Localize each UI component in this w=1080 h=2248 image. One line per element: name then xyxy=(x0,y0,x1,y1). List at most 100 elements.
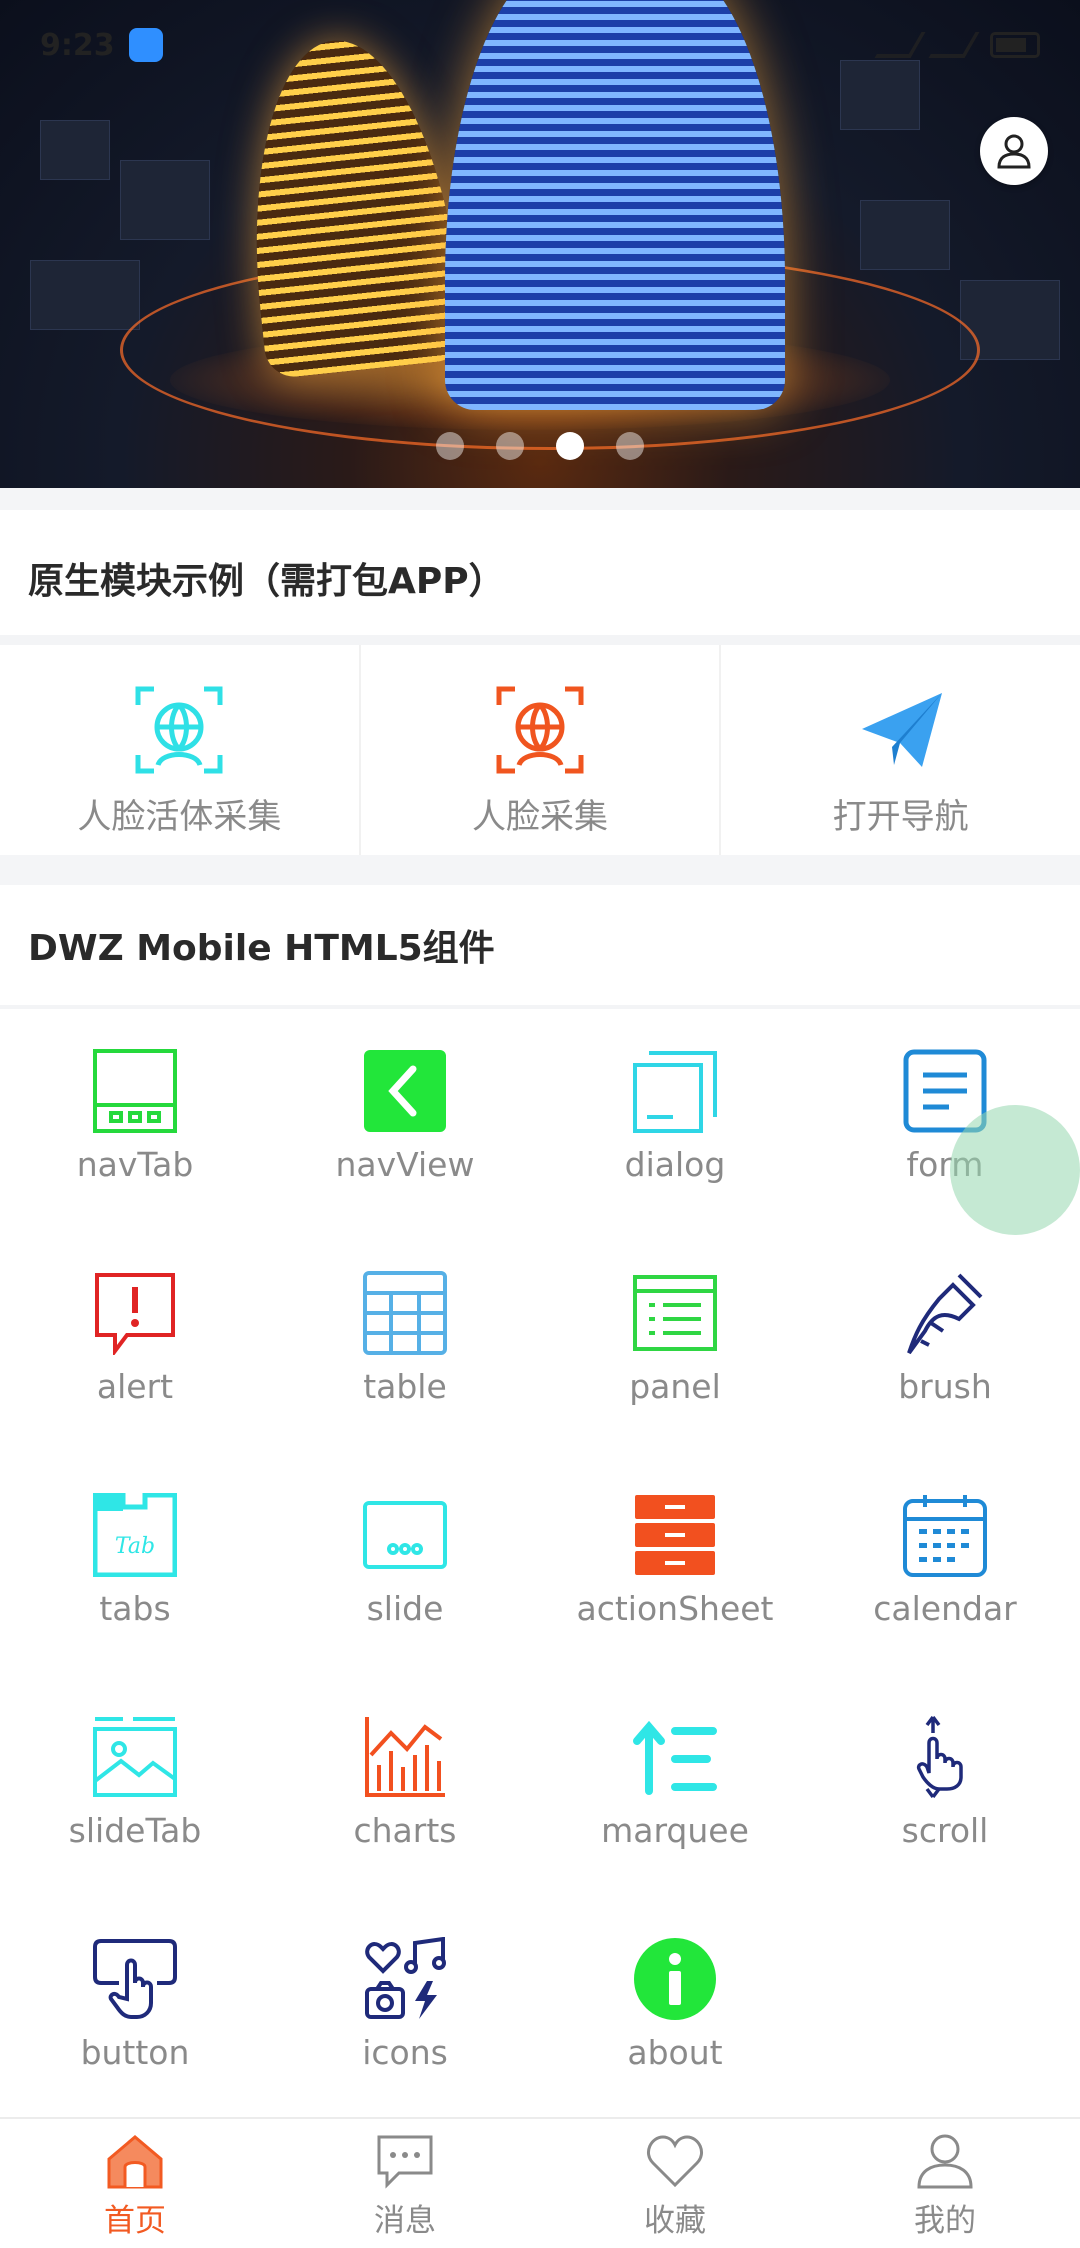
alert-icon xyxy=(95,1273,175,1355)
calendar-icon xyxy=(903,1495,987,1577)
tabs-icon: Tab xyxy=(93,1493,177,1577)
banner-scenery xyxy=(40,120,110,180)
chevron-left-icon xyxy=(364,1050,446,1132)
component-icons[interactable]: icons xyxy=(270,1897,540,2119)
component-navtab[interactable]: navTab xyxy=(0,1009,270,1231)
action-sheet-icon xyxy=(635,1495,715,1575)
divider xyxy=(0,635,1080,645)
component-calendar[interactable]: calendar xyxy=(810,1453,1080,1675)
carousel-dot[interactable] xyxy=(496,432,524,460)
notification-app-icon xyxy=(128,28,163,62)
tab-label: 收藏 xyxy=(644,2203,706,2239)
dwz-components-section: DWZ Mobile HTML5组件 navTab navView dialog… xyxy=(0,885,1080,2117)
component-label: button xyxy=(80,2033,190,2072)
section-title: 原生模块示例（需打包APP） xyxy=(28,561,505,602)
component-table[interactable]: table xyxy=(270,1231,540,1453)
face-liveness-button[interactable]: 人脸活体采集 xyxy=(0,645,361,855)
user-icon xyxy=(917,2134,973,2189)
component-label: scroll xyxy=(901,1811,989,1850)
component-tabs[interactable]: Tab tabs xyxy=(0,1453,270,1675)
wifi-icon xyxy=(928,32,980,58)
carousel-indicators xyxy=(0,432,1080,460)
brush-icon xyxy=(907,1273,983,1355)
component-dialog[interactable]: dialog xyxy=(540,1009,810,1231)
bar-chart-icon xyxy=(365,1717,445,1797)
marquee-icon xyxy=(633,1720,717,1795)
face-scan-icon xyxy=(135,686,223,774)
banner-scenery xyxy=(860,200,950,270)
dialog-icon xyxy=(633,1051,717,1133)
component-alert[interactable]: alert xyxy=(0,1231,270,1453)
native-item-label: 人脸活体采集 xyxy=(77,797,282,837)
component-actionsheet[interactable]: actionSheet xyxy=(540,1453,810,1675)
carousel-dot[interactable] xyxy=(436,432,464,460)
scroll-hand-icon xyxy=(916,1715,963,1799)
component-button[interactable]: button xyxy=(0,1897,270,2119)
native-modules-section: 原生模块示例（需打包APP） 人脸活体采集 人脸采集 打开导航 xyxy=(0,510,1080,855)
face-capture-icon xyxy=(496,686,584,774)
user-icon xyxy=(997,134,1031,169)
component-slide[interactable]: slide xyxy=(270,1453,540,1675)
component-label: charts xyxy=(353,1811,457,1850)
open-navigation-button[interactable]: 打开导航 xyxy=(721,645,1080,855)
face-capture-button[interactable]: 人脸采集 xyxy=(361,645,722,855)
component-label: navTab xyxy=(76,1145,194,1184)
slide-icon xyxy=(363,1501,447,1569)
component-about[interactable]: about xyxy=(540,1897,810,2119)
component-label: about xyxy=(627,2033,723,2072)
table-icon xyxy=(363,1271,447,1355)
component-label: slide xyxy=(366,1589,444,1628)
paper-plane-icon xyxy=(861,693,942,767)
tab-profile[interactable]: 我的 xyxy=(810,2119,1080,2248)
home-icon xyxy=(107,2135,163,2189)
component-label: tabs xyxy=(99,1589,171,1628)
bottom-tab-bar: 首页 消息 收藏 我的 xyxy=(0,2117,1080,2248)
component-label: panel xyxy=(629,1367,721,1406)
tab-home[interactable]: 首页 xyxy=(0,2119,270,2248)
component-label: table xyxy=(363,1367,447,1406)
component-grid: navTab navView dialog form alert table p… xyxy=(0,1009,1080,2119)
signal-icon xyxy=(874,32,926,58)
component-label: actionSheet xyxy=(576,1589,774,1628)
banner-carousel[interactable]: 9:23 xyxy=(0,0,1080,488)
component-charts[interactable]: charts xyxy=(270,1675,540,1897)
touch-ripple xyxy=(950,1105,1080,1235)
profile-button[interactable] xyxy=(980,117,1048,185)
message-icon xyxy=(377,2135,433,2189)
tab-label: 消息 xyxy=(374,2203,436,2239)
heart-icon xyxy=(647,2135,703,2188)
svg-text:Tab: Tab xyxy=(115,1534,155,1559)
battery-icon xyxy=(990,32,1040,58)
component-brush[interactable]: brush xyxy=(810,1231,1080,1453)
banner-scenery xyxy=(120,160,210,240)
tab-label: 我的 xyxy=(914,2203,976,2239)
info-icon xyxy=(634,1938,716,2020)
button-press-icon xyxy=(93,1939,177,2019)
component-label: icons xyxy=(362,2033,448,2072)
component-scroll[interactable]: scroll xyxy=(810,1675,1080,1897)
component-slidetab[interactable]: slideTab xyxy=(0,1675,270,1897)
component-marquee[interactable]: marquee xyxy=(540,1675,810,1897)
section-title: DWZ Mobile HTML5组件 xyxy=(28,928,495,969)
component-label: dialog xyxy=(624,1145,726,1184)
navtab-icon xyxy=(93,1049,177,1133)
native-item-label: 人脸采集 xyxy=(472,797,608,837)
native-item-label: 打开导航 xyxy=(832,797,969,837)
tab-favorites[interactable]: 收藏 xyxy=(540,2119,810,2248)
component-label: marquee xyxy=(601,1811,749,1850)
component-label: navView xyxy=(335,1145,475,1184)
tab-label: 首页 xyxy=(104,2203,166,2239)
carousel-dot[interactable] xyxy=(616,432,644,460)
panel-icon xyxy=(633,1275,717,1351)
icons-collage-icon xyxy=(365,1937,446,2019)
component-panel[interactable]: panel xyxy=(540,1231,810,1453)
banner-scenery xyxy=(30,260,140,330)
slide-tab-icon xyxy=(93,1717,177,1797)
carousel-dot-active[interactable] xyxy=(556,432,584,460)
component-label: brush xyxy=(898,1367,992,1406)
component-label: slideTab xyxy=(68,1811,202,1850)
status-bar: 9:23 xyxy=(0,0,1080,90)
component-label: alert xyxy=(96,1367,174,1406)
component-navview[interactable]: navView xyxy=(270,1009,540,1231)
tab-messages[interactable]: 消息 xyxy=(270,2119,540,2248)
